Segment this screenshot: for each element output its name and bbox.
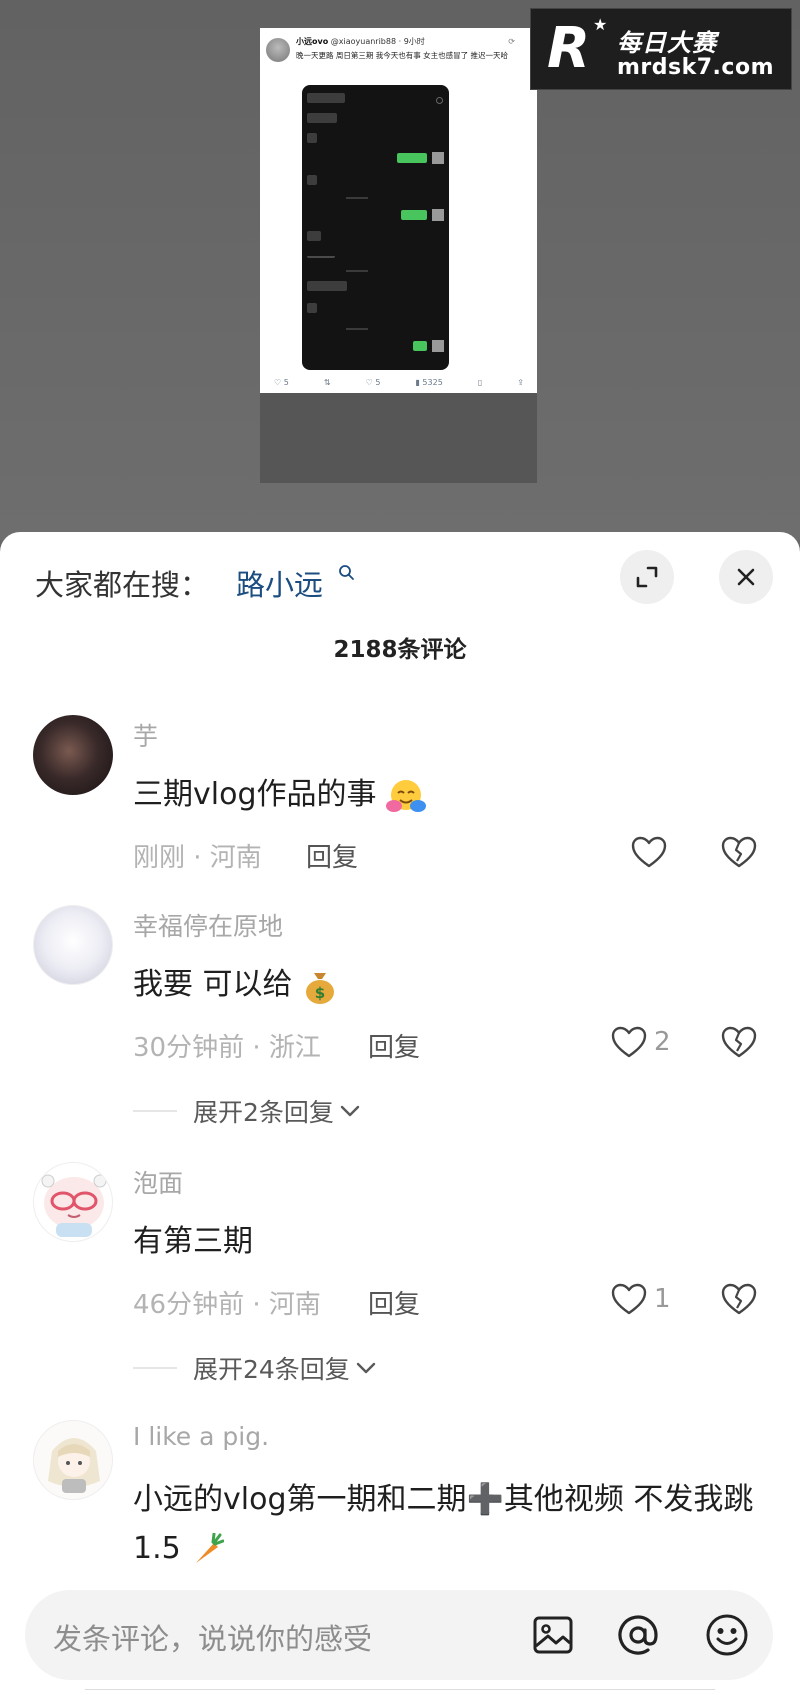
broken-heart-icon (721, 836, 757, 868)
comment-author[interactable]: 泡面 (133, 1164, 183, 1200)
comment-text: 小远的vlog第一期和二期➕其他视频 不发我跳1.5 (133, 1482, 754, 1566)
avatar[interactable] (33, 1162, 113, 1242)
dislike-button[interactable] (720, 1025, 758, 1063)
video-area[interactable]: 小远ovo @xiaoyuanrib88 · 9小时 ⟳ 晚一天更路 周日第三期… (0, 0, 800, 540)
comment-input[interactable]: 发条评论，说说你的感受 (25, 1590, 773, 1680)
like-count: 1 (654, 1284, 671, 1314)
avatar[interactable] (33, 715, 113, 795)
close-button[interactable] (719, 550, 773, 604)
chevron-down-icon (356, 1362, 376, 1374)
comment-sheet: 大家都在搜： 路小远 2188条评论 芋 三期vlog作品的事 刚刚 · 河南 … (0, 532, 800, 1695)
broken-heart-icon (721, 1283, 757, 1315)
reply-button[interactable]: 回复 (368, 1284, 420, 1321)
logo-url-text: mrdsk7.com (617, 55, 774, 80)
chat-screenshot (302, 85, 449, 370)
post-header: 小远ovo @xiaoyuanrib88 · 9小时 (296, 36, 425, 47)
hug-emoji-icon (386, 779, 427, 812)
expand-replies-label: 展开2条回复 (193, 1098, 334, 1127)
money-bag-icon: $ (306, 972, 335, 1004)
avatar[interactable] (33, 905, 113, 985)
comment-text: 有第三期 (133, 1224, 253, 1259)
fullscreen-button[interactable] (620, 550, 674, 604)
watermark-logo: R ★ 每日大赛 mrdsk7.com (530, 8, 792, 90)
image-icon[interactable] (530, 1612, 576, 1658)
dislike-button[interactable] (720, 835, 758, 873)
post-avatar (266, 38, 290, 62)
svg-text:$: $ (315, 984, 325, 1002)
expand-replies[interactable]: 展开2条回复 (133, 1093, 362, 1129)
reply-button[interactable]: 回复 (368, 1027, 420, 1064)
comment-author[interactable]: I like a pig. (133, 1422, 269, 1451)
comment-count: 2188条评论 (333, 637, 467, 663)
like-button[interactable] (630, 835, 674, 869)
comment-time-location: 46分钟前 · 河南 (133, 1290, 321, 1320)
comment-input-placeholder: 发条评论，说说你的感受 (53, 1622, 373, 1656)
like-button[interactable]: 1 (610, 1282, 671, 1316)
chevron-down-icon (340, 1105, 360, 1117)
trending-search-label: 大家都在搜： (35, 568, 210, 602)
heart-icon (611, 1283, 647, 1315)
refresh-icon: ⟳ (508, 37, 515, 46)
comment-text: 我要 可以给 $ (133, 960, 773, 1009)
like-count: 2 (654, 1027, 671, 1057)
emoji-icon[interactable] (704, 1612, 750, 1658)
trending-search-term[interactable]: 路小远 (236, 562, 323, 604)
post-actions: ♡ 5 ⇅ ♡ 5 ▮ 5325 ▯ ⇪ (274, 378, 524, 387)
post-text: 晚一天更路 周日第三期 我今天也有事 女主也感冒了 推迟一天哈 (296, 51, 509, 60)
expand-divider (133, 1110, 177, 1112)
bottom-divider (85, 1689, 715, 1695)
star-icon: ★ (593, 15, 608, 34)
reply-button[interactable]: 回复 (306, 837, 358, 874)
heart-icon (631, 836, 667, 868)
post-screenshot-bottom (260, 393, 537, 483)
dislike-button[interactable] (720, 1282, 758, 1320)
logo-mark: R (547, 16, 591, 81)
chat-menu-icon (436, 97, 443, 104)
search-icon[interactable] (338, 564, 356, 582)
post-screenshot: 小远ovo @xiaoyuanrib88 · 9小时 ⟳ 晚一天更路 周日第三期… (260, 28, 537, 393)
heart-icon (611, 1026, 647, 1058)
comment-time-location: 30分钟前 · 浙江 (133, 1033, 321, 1063)
expand-icon (636, 566, 658, 588)
close-icon (737, 568, 755, 586)
expand-replies-label: 展开24条回复 (193, 1355, 350, 1384)
expand-divider (133, 1367, 177, 1369)
logo-cn-text: 每日大赛 (617, 29, 717, 57)
mention-icon[interactable] (615, 1612, 661, 1658)
like-button[interactable]: 2 (610, 1025, 671, 1059)
comment-author[interactable]: 芋 (133, 717, 158, 753)
cartoon-avatar-icon (41, 1174, 107, 1237)
carrot-icon (196, 1532, 225, 1563)
comment-time-location: 刚刚 · 河南 (133, 843, 262, 873)
expand-replies[interactable]: 展开24条回复 (133, 1350, 378, 1386)
comment-author[interactable]: 幸福停在原地 (133, 907, 283, 943)
comment-text: 三期vlog作品的事 (133, 770, 773, 819)
post-user: 小远ovo (296, 37, 329, 46)
avatar[interactable] (33, 1420, 113, 1500)
broken-heart-icon (721, 1026, 757, 1058)
post-handle: @xiaoyuanrib88 · 9小时 (330, 37, 425, 46)
anime-avatar-icon (48, 1438, 100, 1493)
